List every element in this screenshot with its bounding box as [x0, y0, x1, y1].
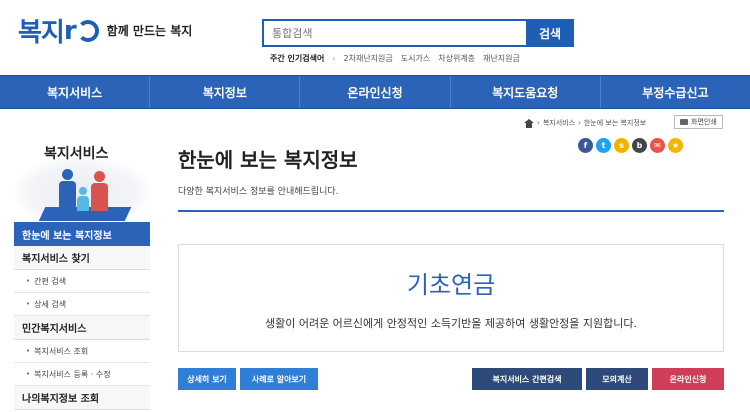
page-description: 다양한 복지서비스 정보를 안내해드립니다.: [178, 187, 339, 197]
bookmark-icon[interactable]: ★: [668, 138, 683, 153]
home-icon[interactable]: [524, 118, 534, 128]
logo-mark: 복지: [18, 18, 65, 48]
sidebar-item-service-lookup[interactable]: 복지서비스 조회: [14, 340, 150, 363]
breadcrumb-item[interactable]: 한눈에 보는 복지정보: [584, 118, 646, 128]
simple-search-button[interactable]: 복지서비스 간편검색: [472, 368, 582, 390]
sidebar-item-overview[interactable]: 한눈에 보는 복지정보: [14, 222, 150, 246]
popular-keyword[interactable]: 차상위계층: [438, 53, 475, 64]
popular-keyword[interactable]: 2차재난지원금: [344, 53, 393, 64]
email-icon[interactable]: ✉: [650, 138, 665, 153]
family-icon: [56, 169, 116, 221]
sidebar-item-simple-search[interactable]: 간편 검색: [14, 270, 150, 293]
info-card: 기초연금 생활이 어려운 어르신에게 안정적인 소득기반을 제공하여 생활안정을…: [178, 244, 724, 352]
breadcrumb-item[interactable]: 복지서비스: [543, 118, 575, 128]
sidebar-group-my-info[interactable]: 나의복지정보 조회: [14, 386, 150, 410]
popular-keywords: 주간 인기검색어 › 2차재난지원금 도시가스 차상위계층 재난지원금: [270, 53, 520, 64]
search-button[interactable]: 검색: [526, 19, 574, 47]
sidebar-group-find[interactable]: 복지서비스 찾기: [14, 246, 150, 270]
print-button[interactable]: 화면인쇄: [674, 115, 723, 129]
logo-r: r: [63, 15, 77, 46]
popular-keyword[interactable]: 도시가스: [401, 53, 430, 64]
logo-tagline: 함께 만드는 복지: [106, 24, 193, 38]
twitter-icon[interactable]: t: [596, 138, 611, 153]
site-logo[interactable]: 복지 r 함께 만드는 복지: [18, 12, 192, 49]
popular-label: 주간 인기검색어: [270, 54, 325, 63]
breadcrumb-separator: ›: [578, 119, 581, 127]
info-card-title: 기초연금: [406, 271, 496, 299]
nav-item-welfare-service[interactable]: 복지서비스: [0, 76, 151, 108]
search-bar: 검색: [262, 19, 574, 47]
print-label: 화면인쇄: [691, 118, 717, 126]
facebook-icon[interactable]: f: [578, 138, 593, 153]
sidebar-header: 복지서비스: [14, 135, 150, 221]
detail-view-button[interactable]: 상세히 보기: [178, 368, 236, 390]
nav-item-online-apply[interactable]: 온라인신청: [300, 76, 451, 108]
mock-calc-button[interactable]: 모의계산: [586, 368, 648, 390]
sidebar-menu: 한눈에 보는 복지정보 복지서비스 찾기 간편 검색 상세 검색 민간복지서비스…: [14, 222, 150, 410]
sidebar-item-service-register[interactable]: 복지서비스 등록 · 수정: [14, 363, 150, 386]
page-title: 한눈에 보는 복지정보: [178, 148, 358, 172]
online-apply-button[interactable]: 온라인신청: [652, 368, 724, 390]
title-divider: [178, 210, 724, 212]
nav-item-welfare-info[interactable]: 복지정보: [150, 76, 301, 108]
printer-icon: [680, 119, 688, 125]
case-example-button[interactable]: 사례로 알아보기: [240, 368, 318, 390]
band-icon[interactable]: b: [632, 138, 647, 153]
main-nav: 복지서비스 복지정보 온라인신청 복지도움요청 부정수급신고: [0, 75, 750, 109]
breadcrumb-separator: ›: [537, 119, 540, 127]
popular-keyword[interactable]: 재난지원금: [483, 53, 520, 64]
chevron-right-icon: ›: [332, 54, 336, 63]
nav-item-fraud-report[interactable]: 부정수급신고: [601, 76, 750, 108]
info-card-description: 생활이 어려운 어르신에게 안정적인 소득기반을 제공하여 생활안정을 지원합니…: [264, 317, 638, 330]
logo-swoosh-icon: [76, 19, 99, 42]
share-icons: f t s b ✉ ★: [578, 138, 683, 153]
breadcrumb: › 복지서비스 › 한눈에 보는 복지정보: [524, 118, 646, 128]
nav-item-help-request[interactable]: 복지도움요청: [451, 76, 601, 108]
sidebar-group-private[interactable]: 민간복지서비스: [14, 316, 150, 340]
kakaostory-icon[interactable]: s: [614, 138, 629, 153]
sidebar-title: 복지서비스: [44, 146, 109, 162]
sidebar-item-detail-search[interactable]: 상세 검색: [14, 293, 150, 316]
search-input[interactable]: [262, 19, 526, 47]
